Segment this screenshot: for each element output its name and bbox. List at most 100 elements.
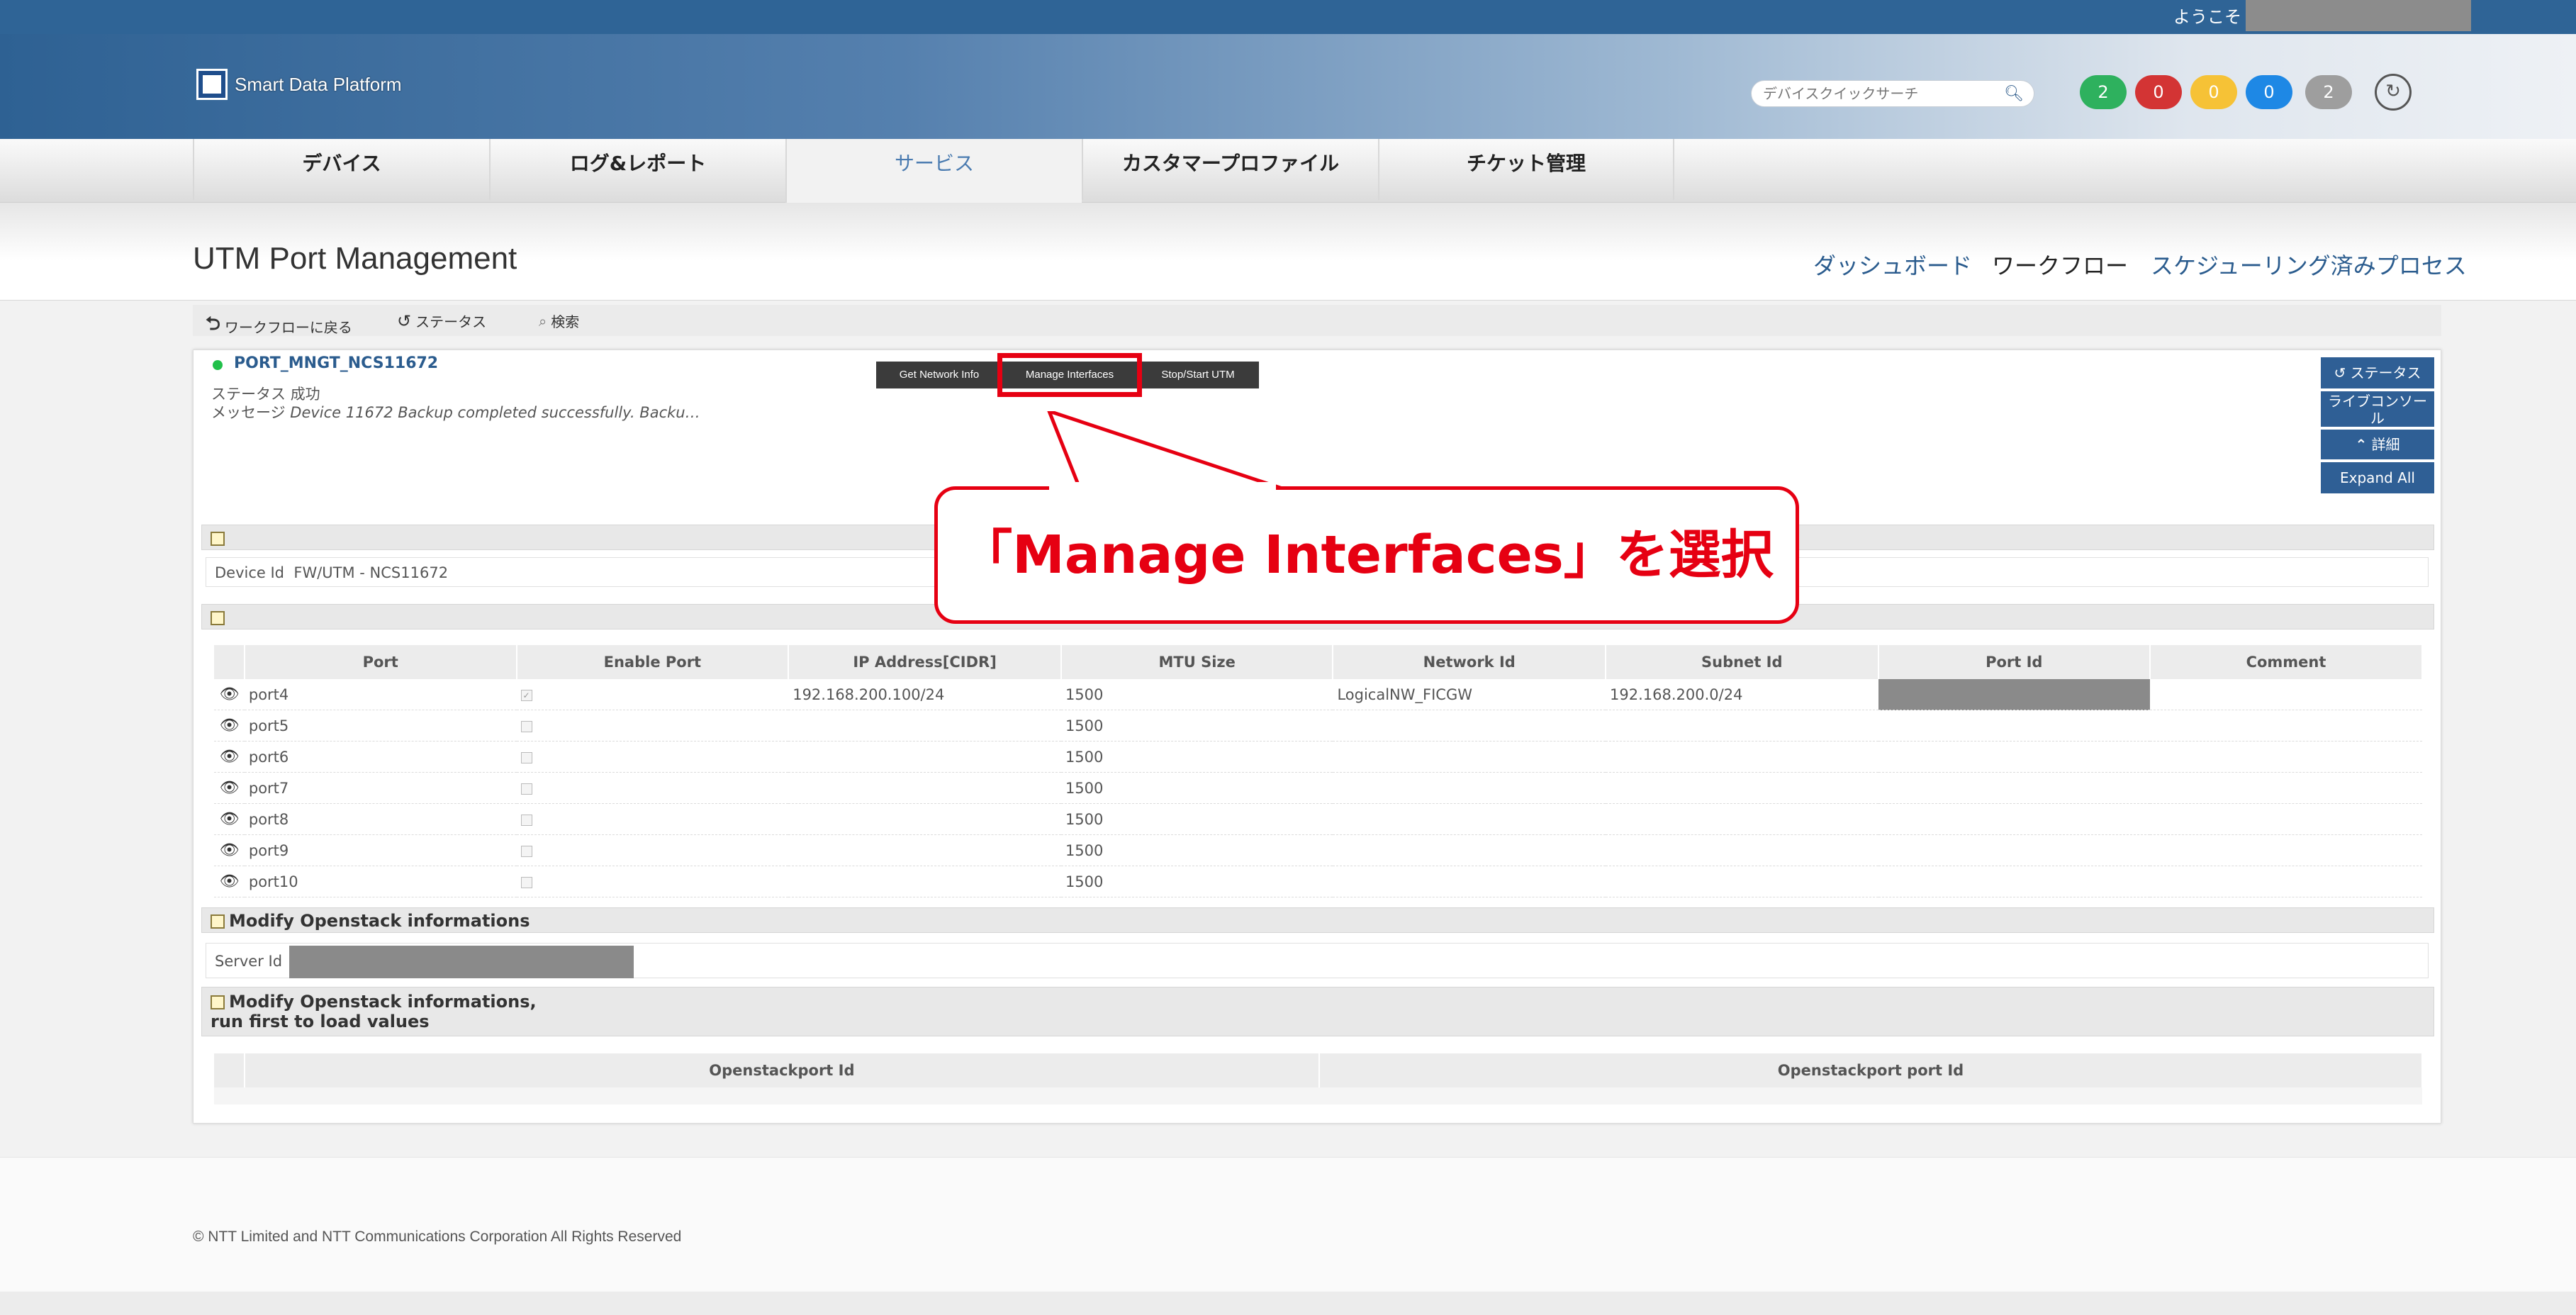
tab-customer-profile[interactable]: カスタマープロファイル [1082,139,1378,200]
ip-address-cell [788,772,1061,804]
enable-port-cell [516,741,789,773]
table-row: 👁︎ port8 1500 [214,803,2422,835]
column-header: Comment [2150,645,2423,679]
enable-port-checkbox[interactable] [520,783,532,795]
back-to-workflow-button[interactable]: ⮌ ワークフローに戻る [206,310,352,342]
live-console-button[interactable]: ライブコンソール [2321,391,2434,427]
table-row: 👁︎ port7 1500 [214,772,2422,804]
mtu-size-cell: 1500 [1060,866,1333,897]
eye-icon[interactable]: 👁︎ [214,866,245,897]
history-icon: ↺ [2334,364,2346,381]
mtu-size-cell: 1500 [1060,834,1333,866]
magnifier-icon: ⌕ [539,312,547,330]
logo-text: Smart Data Platform [235,73,402,95]
enable-port-checkbox[interactable] [520,720,532,732]
instruction-callout: 「Manage Interfaces」を選択 [934,486,1799,624]
tab-services[interactable]: サービス [785,139,1082,204]
subnet-id-cell [1606,803,1878,835]
enable-port-checkbox[interactable] [520,876,532,888]
instance-name[interactable]: PORT_MNGT_NCS11672 [234,354,438,372]
enable-port-cell [516,834,789,866]
port-id-cell [1878,710,2151,742]
enable-port-checkbox[interactable] [520,751,532,763]
alert-count-badge[interactable]: 0 [2246,75,2292,109]
tab-ticket-management[interactable]: チケット管理 [1378,139,1674,200]
subnet-id-cell [1606,772,1878,804]
side-status-button[interactable]: ↺ ステータス [2321,357,2434,388]
network-id-cell [1333,803,1606,835]
subnet-id-cell [1606,710,1878,742]
alert-count-badge[interactable]: 0 [2135,75,2182,109]
subnet-id-cell [1606,741,1878,773]
tab-devices[interactable]: デバイス [193,139,489,200]
refresh-icon[interactable]: ↻ [2375,74,2412,111]
port-cell: port7 [244,772,517,804]
toolbar [193,305,2441,336]
eye-icon[interactable]: 👁︎ [214,834,245,866]
device-quick-search[interactable]: 🔍︎ [1751,80,2034,107]
ip-address-cell [788,866,1061,897]
device-quick-search-input[interactable] [1762,81,1998,106]
column-header: Openstackport Id [244,1053,1320,1087]
mtu-size-cell: 1500 [1060,772,1333,804]
port-cell: port9 [244,834,517,866]
port-id-cell [1878,679,2151,710]
footer [0,1157,2576,1292]
edit-icon [211,995,225,1009]
stop-start-utm-button[interactable]: Stop/Start UTM [1137,362,1259,388]
ports-table: Port Enable Port IP Address[CIDR] MTU Size N… [214,645,2423,897]
status-dot [213,360,223,370]
column-header: IP Address[CIDR] [788,645,1062,679]
ports-table-header: Port Enable Port IP Address[CIDR] MTU Size N… [214,645,2423,679]
column-header: Port Id [1878,645,2151,679]
alert-count-badge[interactable]: 2 [2080,75,2127,109]
history-icon: ↺ [397,310,412,331]
detail-button[interactable]: ⌃ 詳細 [2321,430,2434,459]
scheduled-process-link[interactable]: スケジューリング済みプロセス [2151,248,2467,281]
mtu-size-cell: 1500 [1060,803,1333,835]
comment-cell [2150,866,2422,897]
get-network-info-button[interactable]: Get Network Info [876,362,1002,388]
workflow-link[interactable]: ワークフロー [1992,248,2128,281]
column-header: Subnet Id [1606,645,1879,679]
logo[interactable]: Smart Data Platform [196,67,402,102]
eye-icon[interactable]: 👁︎ [214,710,245,742]
copyright: © NTT Limited and NTT Communications Cor… [193,1229,682,1245]
enable-port-checkbox[interactable]: ✓ [520,689,532,701]
port-id-cell [1878,866,2151,897]
eye-icon[interactable]: 👁︎ [214,741,245,773]
alert-count-badge[interactable]: 0 [2190,75,2237,109]
table-row: 👁︎ port10 1500 [214,866,2422,897]
table-row: 👁︎ port4 ✓ 192.168.200.100/24 1500 LogicalNW_… [214,679,2422,710]
tab-logs-reports[interactable]: ログ&レポート [489,139,785,200]
blank-header [214,1053,245,1087]
highlight-box [997,353,1142,397]
port-id-cell [1878,834,2151,866]
status-history-button[interactable]: ↺ ステータス [397,310,486,331]
enable-port-cell: ✓ [516,679,789,710]
logo-icon [196,69,228,100]
search-icon[interactable]: 🔍︎ [2004,85,2024,103]
enable-port-checkbox[interactable] [520,845,532,857]
enable-port-cell [516,772,789,804]
eye-icon[interactable]: 👁︎ [214,803,245,835]
enable-port-checkbox[interactable] [520,814,532,826]
openstack-section-header: Modify Openstack informations [201,907,2434,933]
comment-cell [2150,834,2422,866]
column-header: Network Id [1333,645,1607,679]
eye-icon[interactable]: 👁︎ [214,679,245,710]
dashboard-link[interactable]: ダッシュボード [1813,248,1972,281]
mtu-size-cell: 1500 [1060,710,1333,742]
alert-count-badge[interactable]: 2 [2305,75,2352,109]
message-line: メッセージ Device 11672 Backup completed succ… [211,404,700,421]
search-button[interactable]: ⌕ 検索 [539,310,579,331]
port-cell: port10 [244,866,517,897]
port-cell: port5 [244,710,517,742]
enable-port-cell [516,710,789,742]
network-id-cell [1333,741,1606,773]
port-id-cell [1878,772,2151,804]
ip-address-cell [788,710,1061,742]
eye-icon[interactable]: 👁︎ [214,772,245,804]
expand-all-button[interactable]: Expand All [2321,462,2434,493]
page-title: UTM Port Management [193,241,517,276]
